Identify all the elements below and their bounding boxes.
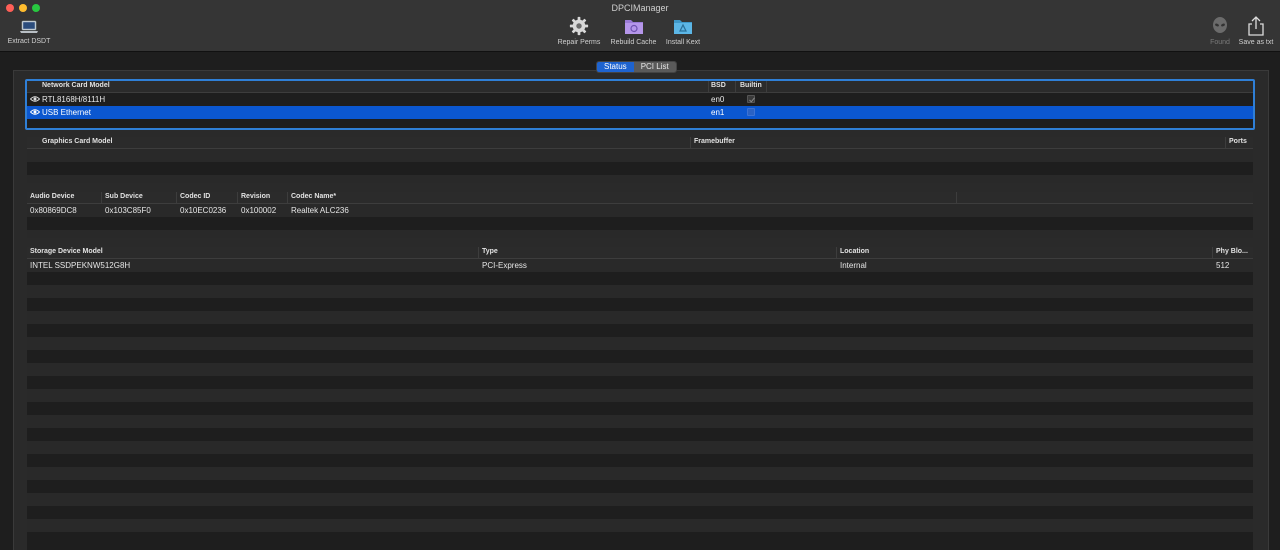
title-bar: DPCIManager Extract DSDT Repair Perms Re… <box>0 0 1280 52</box>
network-bsd-cell: en0 <box>711 95 725 104</box>
rebuild-cache-button[interactable]: Rebuild Cache <box>607 16 660 46</box>
network-model-cell: RTL8168H/8111H <box>42 95 106 104</box>
graphics-model-header[interactable]: Graphics Card Model <box>42 138 112 145</box>
table-row <box>27 285 1253 298</box>
found-label: Found <box>1210 39 1230 46</box>
alien-icon <box>1213 17 1227 33</box>
storage-table: Storage Device Model Type Location Phy B… <box>27 247 1253 550</box>
checkmark-icon <box>749 97 755 103</box>
tab-status[interactable]: Status <box>597 62 634 72</box>
extract-dsdt-label: Extract DSDT <box>7 38 51 45</box>
audio-revision-cell: 0x100002 <box>241 206 277 215</box>
table-row <box>27 324 1253 337</box>
table-row <box>27 441 1253 454</box>
table-row[interactable]: RTL8168H/8111H en0 <box>27 93 1253 106</box>
table-row <box>27 428 1253 441</box>
audio-codec-name-cell: Realtek ALC236 <box>291 206 349 215</box>
storage-phy-block-cell: 512 <box>1216 261 1230 270</box>
storage-type-header[interactable]: Type <box>482 248 498 255</box>
rebuild-cache-label: Rebuild Cache <box>610 39 657 46</box>
view-tab-control: Status PCI List <box>596 61 677 73</box>
table-row[interactable]: 0x80869DC8 0x103C85F0 0x10EC0236 0x10000… <box>27 204 1253 217</box>
table-row[interactable]: INTEL SSDPEKNW512G8H PCI-Express Interna… <box>27 259 1253 272</box>
table-row <box>27 162 1253 175</box>
table-row <box>27 415 1253 428</box>
install-kext-label: Install Kext <box>665 39 701 46</box>
audio-codec-name-header[interactable]: Codec Name* <box>291 193 336 200</box>
audio-device-header[interactable]: Audio Device <box>30 193 74 200</box>
table-row <box>27 506 1253 519</box>
network-table: Network Card Model BSD Builtin RTL8168H/… <box>27 81 1253 128</box>
audio-sub-device-cell: 0x103C85F0 <box>105 206 151 215</box>
audio-device-cell: 0x80869DC8 <box>30 206 77 215</box>
audio-table: Audio Device Sub Device Codec ID Revisio… <box>27 192 1253 238</box>
table-row <box>27 350 1253 363</box>
eye-icon <box>30 109 40 115</box>
storage-phy-block-header[interactable]: Phy Blo... <box>1216 248 1248 255</box>
save-as-txt-button[interactable]: Save as txt <box>1236 16 1276 46</box>
graphics-framebuffer-header[interactable]: Framebuffer <box>694 138 735 145</box>
repair-perms-button[interactable]: Repair Perms <box>556 16 602 46</box>
gear-icon <box>569 16 589 36</box>
table-row <box>27 337 1253 350</box>
table-row <box>27 402 1253 415</box>
repair-perms-label: Repair Perms <box>557 39 601 46</box>
table-row <box>27 311 1253 324</box>
audio-table-header: Audio Device Sub Device Codec ID Revisio… <box>27 192 1253 204</box>
table-row <box>27 454 1253 467</box>
table-row <box>27 480 1253 493</box>
table-row <box>27 149 1253 162</box>
graphics-ports-header[interactable]: Ports <box>1229 138 1247 145</box>
table-row <box>27 519 1253 532</box>
table-row <box>27 493 1253 506</box>
network-table-header: Network Card Model BSD Builtin <box>27 81 1253 93</box>
audio-sub-device-header[interactable]: Sub Device <box>105 193 143 200</box>
storage-location-cell: Internal <box>840 261 867 270</box>
kext-icon <box>674 20 692 34</box>
graphics-table: Graphics Card Model Framebuffer Ports <box>27 137 1253 183</box>
table-row <box>27 532 1253 545</box>
network-bsd-header[interactable]: BSD <box>711 82 726 89</box>
table-row <box>27 467 1253 480</box>
tab-pci-list[interactable]: PCI List <box>633 62 676 72</box>
save-as-txt-label: Save as txt <box>1238 39 1274 46</box>
cache-icon <box>624 20 643 34</box>
laptop-icon <box>20 20 38 33</box>
eye-icon <box>30 96 40 102</box>
network-model-cell: USB Ethernet <box>42 108 91 117</box>
table-row <box>27 389 1253 402</box>
extract-dsdt-button[interactable]: Extract DSDT <box>5 20 53 45</box>
window-title: DPCIManager <box>611 3 669 13</box>
table-row <box>27 363 1253 376</box>
table-row <box>27 217 1253 230</box>
graphics-table-header: Graphics Card Model Framebuffer Ports <box>27 137 1253 149</box>
storage-table-header: Storage Device Model Type Location Phy B… <box>27 247 1253 259</box>
audio-revision-header[interactable]: Revision <box>241 193 270 200</box>
table-row <box>27 230 1253 238</box>
found-button[interactable]: Found <box>1206 16 1234 46</box>
table-row <box>27 376 1253 389</box>
storage-location-header[interactable]: Location <box>840 248 869 255</box>
table-row[interactable]: USB Ethernet en1 <box>27 106 1253 119</box>
share-icon <box>1248 16 1264 36</box>
network-builtin-header[interactable]: Builtin <box>740 82 762 89</box>
storage-type-cell: PCI-Express <box>482 261 527 270</box>
network-bsd-cell: en1 <box>711 108 725 117</box>
table-row <box>27 175 1253 183</box>
install-kext-button[interactable]: Install Kext <box>663 16 703 46</box>
storage-model-header[interactable]: Storage Device Model <box>30 248 103 255</box>
table-row <box>27 272 1253 285</box>
audio-codec-id-header[interactable]: Codec ID <box>180 193 210 200</box>
storage-model-cell: INTEL SSDPEKNW512G8H <box>30 261 131 270</box>
builtin-checkbox[interactable] <box>747 108 755 116</box>
builtin-checkbox[interactable] <box>747 95 755 103</box>
table-row <box>27 298 1253 311</box>
network-model-header[interactable]: Network Card Model <box>42 82 110 89</box>
audio-codec-id-cell: 0x10EC0236 <box>180 206 227 215</box>
